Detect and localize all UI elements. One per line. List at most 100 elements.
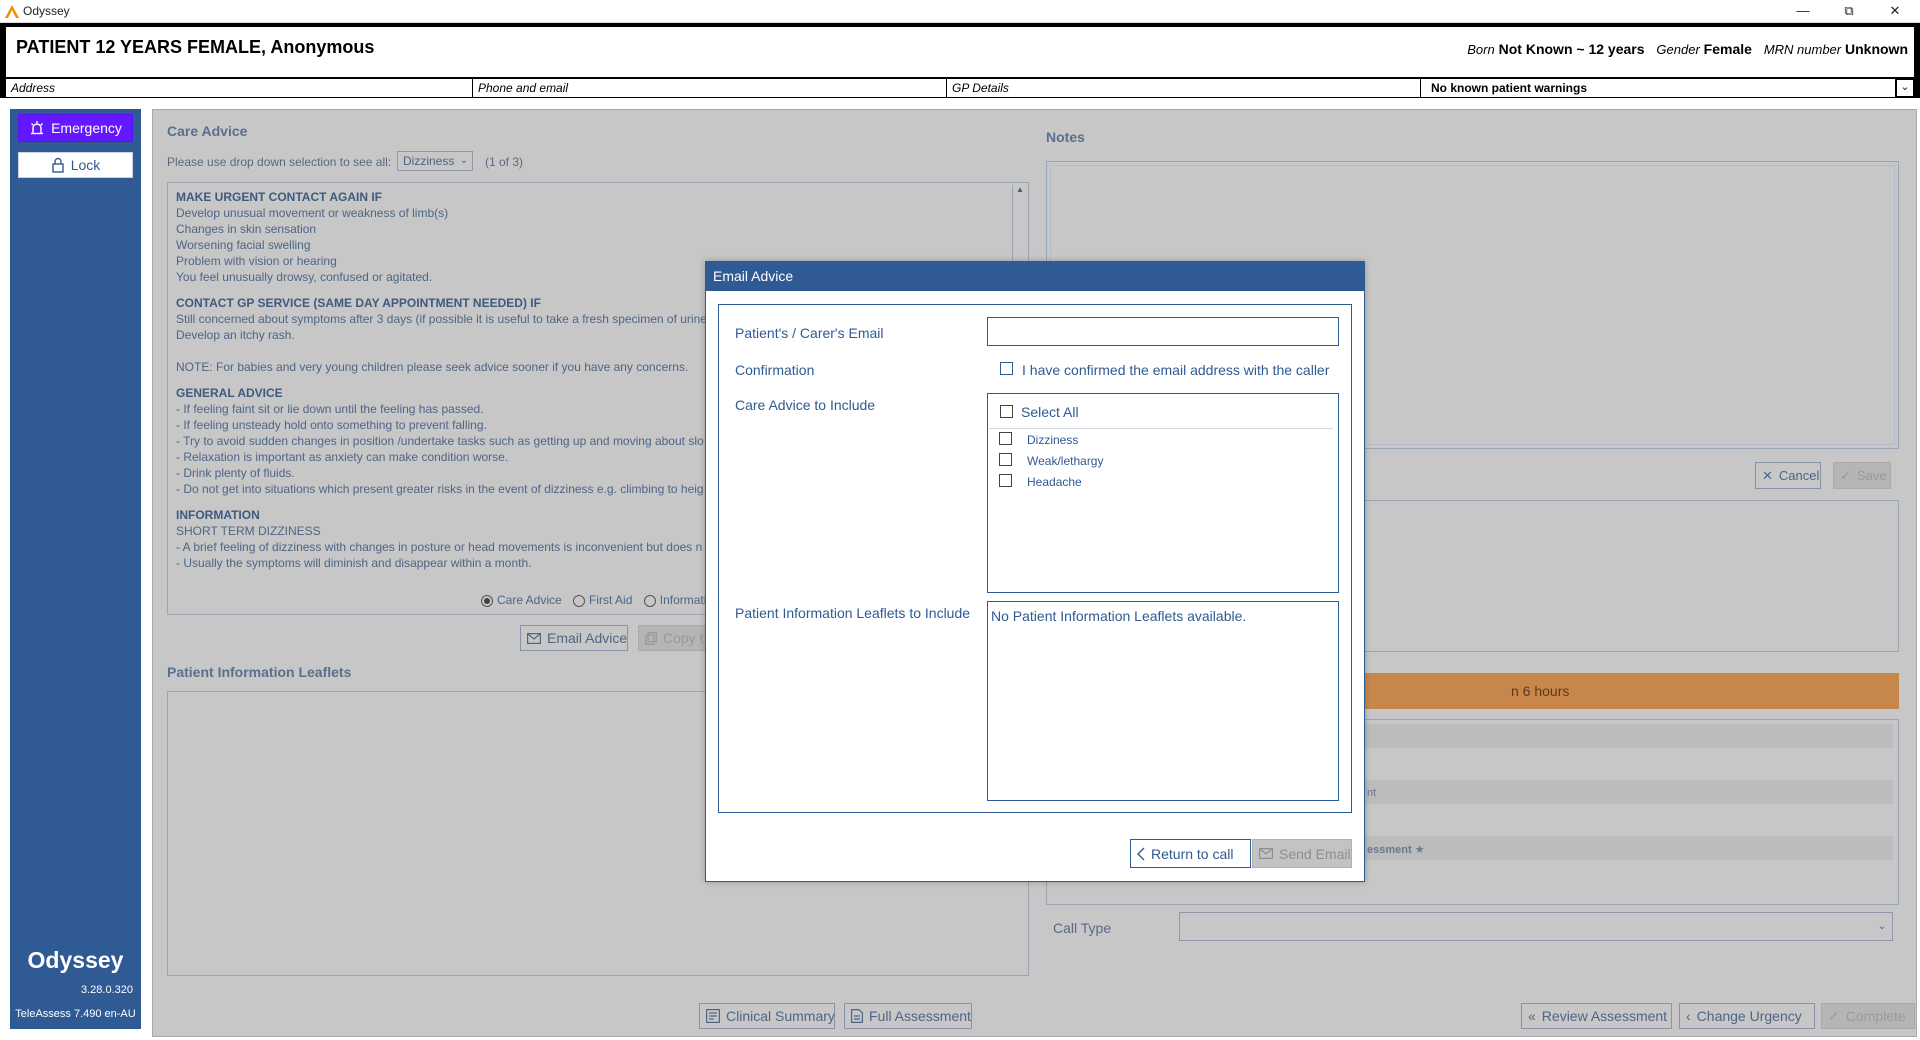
mrn-value: Unknown [1845,41,1908,57]
care-advice-heading: GENERAL ADVICE [176,386,283,400]
sidebar: Emergency Lock Odyssey 3.28.0.320 TeleAs… [10,109,141,1029]
summary-icon [706,1009,720,1023]
copy-label: Copy t [663,630,704,646]
gp-details-field[interactable]: GP Details [947,79,1421,97]
return-to-call-button[interactable]: Return to call [1130,839,1251,868]
call-type-dropdown[interactable]: ⌄ [1179,912,1893,941]
care-advice-line: - Drink plenty of fluids. [176,466,295,480]
chevron-left-icon: ‹ [1686,1008,1691,1024]
care-advice-line: - Try to avoid sudden changes in positio… [176,434,704,448]
radio-first-aid-label: First Aid [589,593,633,607]
gender-value: Female [1703,41,1752,57]
lock-icon [51,157,65,173]
care-advice-scrollbar[interactable]: ▲ [1012,185,1026,265]
send-email-label: Send Email [1279,845,1351,862]
select-all-label: Select All [1021,404,1079,420]
notes-save-button[interactable]: ✓ Save [1833,462,1891,489]
advice-type-radio-group: Care Advice First Aid Informati [481,593,706,607]
patient-banner: PATIENT 12 YEARS FEMALE, Anonymous Born … [0,23,1920,98]
care-advice-text: MAKE URGENT CONTACT AGAIN IF Develop unus… [176,189,706,571]
care-advice-line: - Do not get into situations which prese… [176,482,704,496]
urgency-banner: n 6 hours [1361,673,1899,709]
care-advice-line: Develop unusual movement or weakness of … [176,206,449,220]
siren-icon [29,120,45,136]
complete-label: Complete [1845,1008,1906,1024]
notes-cancel-button[interactable]: ✕ Cancel [1755,462,1821,489]
email-advice-button[interactable]: Email Advice [520,625,628,651]
phone-email-field[interactable]: Phone and email [473,79,947,97]
select-all-row: Select All [989,395,1333,429]
radio-information[interactable] [643,594,656,607]
change-urgency-button[interactable]: ‹ Change Urgency [1679,1003,1815,1029]
checkbox-weak-lethargy[interactable] [999,453,1012,466]
lock-button[interactable]: Lock [18,152,133,178]
address-field[interactable]: Address [6,79,473,97]
copy-button[interactable]: Copy t [638,625,710,651]
window-title: Odyssey [23,4,70,18]
urgency-text: n 6 hours [1511,683,1570,699]
document-icon [851,1009,863,1023]
leaflets-include-value: No Patient Information Leaflets availabl… [991,608,1247,624]
check-icon: ✓ [1828,1007,1840,1024]
check-icon: ✓ [1840,467,1851,483]
born-value: Not Known ~ 12 years [1498,41,1645,57]
care-advice-line: Changes in skin sensation [176,222,317,236]
select-all-checkbox[interactable] [1000,405,1013,418]
care-advice-dropdown-prompt: Please use drop down selection to see al… [167,155,392,169]
patient-header: PATIENT 12 YEARS FEMALE, Anonymous Born … [6,27,1914,77]
patient-warnings: No known patient warnings [1421,79,1896,97]
confirmation-label: Confirmation [735,362,815,378]
leaflets-include-box: No Patient Information Leaflets availabl… [987,601,1339,801]
complete-button[interactable]: ✓ Complete [1821,1003,1915,1029]
full-assessment-button[interactable]: Full Assessment [844,1003,972,1029]
care-advice-heading: MAKE URGENT CONTACT AGAIN IF [176,190,382,204]
odyssey-logo-icon [4,3,20,19]
care-advice-line: SHORT TERM DIZZINESS [176,524,321,538]
list-item: Headache [1027,475,1082,489]
chevron-down-icon: ⌄ [1877,921,1886,932]
review-assessment-button[interactable]: « Review Assessment [1521,1003,1672,1029]
radio-first-aid[interactable] [573,594,586,607]
care-include-label: Care Advice to Include [735,397,876,413]
clinical-summary-label: Clinical Summary [726,1008,835,1024]
clinical-summary-button[interactable]: Clinical Summary [699,1003,835,1029]
emergency-button[interactable]: Emergency [18,114,133,142]
dialog-body: Patient's / Carer's Email Confirmation I… [718,304,1352,813]
list-item: Weak/lethargy [1027,454,1104,468]
care-advice-heading: CONTACT GP SERVICE (SAME DAY APPOINTMENT… [176,296,541,310]
expand-banner-button[interactable]: ⌄ [1896,79,1914,97]
care-advice-line: Develop an itchy rash. [176,328,295,342]
confirmation-checkbox[interactable] [1000,362,1013,375]
radio-care-advice[interactable] [481,594,493,607]
envelope-icon [1259,848,1273,859]
title-bar: Odyssey — ⧉ ✕ [0,0,1920,23]
teleassess-version: TeleAssess 7.490 en-AU [15,1008,136,1020]
care-advice-line: - Relaxation is important as anxiety can… [176,450,509,464]
checkbox-headache[interactable] [999,474,1012,487]
email-input[interactable] [987,317,1339,346]
close-button[interactable]: ✕ [1872,0,1918,23]
review-assessment-label: Review Assessment [1541,1008,1668,1024]
copy-icon [645,631,657,645]
assessment-row-text: essment ★ [1367,844,1425,856]
patient-demographics: Born Not Known ~ 12 years Gender Female … [1459,41,1908,57]
radio-information-label: Informati [659,593,707,607]
care-advice-line: - If feeling faint sit or lie down until… [176,402,484,416]
chevron-down-icon: ⌄ [459,155,468,166]
emergency-label: Emergency [51,120,122,136]
cancel-icon: ✕ [1762,467,1773,483]
lock-label: Lock [70,157,101,173]
notes-title: Notes [1046,129,1085,145]
assessment-row-text: nt [1367,787,1377,799]
email-advice-dialog: Email Advice Patient's / Carer's Email C… [705,261,1365,882]
change-urgency-label: Change Urgency [1696,1008,1802,1024]
checkbox-dizziness[interactable] [999,432,1012,445]
care-advice-dropdown[interactable]: Dizziness ⌄ [397,151,473,171]
care-advice-line: Worsening facial swelling [176,238,311,252]
minimize-button[interactable]: — [1780,0,1826,23]
full-assessment-label: Full Assessment [869,1008,971,1024]
brand-name: Odyssey [27,947,124,973]
restore-button[interactable]: ⧉ [1826,0,1872,23]
double-chevron-left-icon: « [1528,1008,1536,1024]
send-email-button[interactable]: Send Email [1252,839,1352,868]
